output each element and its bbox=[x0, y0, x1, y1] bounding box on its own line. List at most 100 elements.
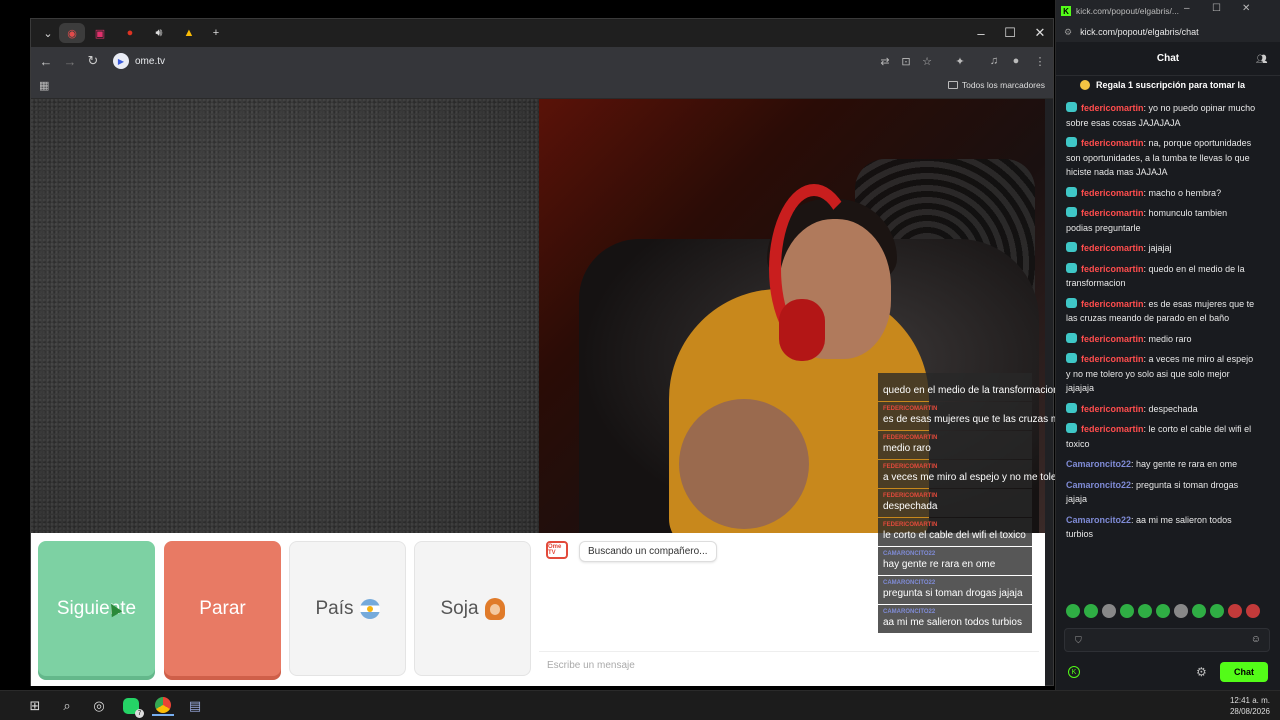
translate-icon[interactable]: ⇄ bbox=[876, 52, 894, 70]
sub-badge-icon bbox=[1066, 186, 1077, 197]
kick-username[interactable]: federicomartin bbox=[1081, 243, 1144, 253]
overlay-text: le corto el cable del wifi el toxico bbox=[883, 530, 1026, 541]
emote-icon[interactable] bbox=[1192, 604, 1206, 618]
emoji-icon[interactable]: ☺ bbox=[1251, 634, 1261, 645]
search-button[interactable]: ⌕ bbox=[56, 696, 78, 716]
taskbar-chrome[interactable] bbox=[152, 696, 174, 716]
extensions-icon[interactable]: ✦ bbox=[951, 52, 969, 70]
emote-icon[interactable] bbox=[1210, 604, 1224, 618]
menu-dots-icon[interactable]: ⋮ bbox=[1031, 52, 1049, 70]
kick-maximize-icon[interactable]: ☐ bbox=[1212, 3, 1221, 14]
media-icon[interactable]: ♫ bbox=[985, 52, 1003, 70]
kick-message: federicomartin: yo no puedo opinar mucho… bbox=[1066, 101, 1256, 130]
emote-icon[interactable] bbox=[1084, 604, 1098, 618]
omnibox[interactable]: ▶ ome.tv bbox=[111, 50, 871, 72]
send-chat-button[interactable]: Chat bbox=[1220, 662, 1268, 682]
kick-chat-input[interactable]: ⛉ ☺ bbox=[1064, 628, 1270, 652]
kick-username[interactable]: federicomartin bbox=[1081, 334, 1144, 344]
sub-badge-icon bbox=[1066, 297, 1077, 308]
overlay-text: pregunta si toman drogas jajaja bbox=[883, 588, 1023, 599]
kick-username[interactable]: federicomartin bbox=[1081, 424, 1144, 434]
country-button[interactable]: País bbox=[289, 541, 406, 676]
bookmarks-folder-label: Todos los marcadores bbox=[961, 80, 1045, 90]
gender-label: Soja bbox=[440, 597, 479, 619]
next-label: Siguiente bbox=[56, 597, 137, 619]
emote-icon[interactable] bbox=[1066, 604, 1080, 618]
sub-badge-icon bbox=[1066, 207, 1077, 217]
maximize-icon: ☐ bbox=[1004, 25, 1016, 40]
star-icon[interactable]: ☆ bbox=[918, 52, 936, 70]
minimize-button[interactable]: – bbox=[966, 23, 996, 43]
kick-username[interactable]: federicomartin bbox=[1081, 188, 1144, 198]
kick-username[interactable]: federicomartin bbox=[1081, 299, 1144, 309]
kick-username[interactable]: federicomartin bbox=[1081, 264, 1144, 274]
taskbar-notepad[interactable]: ▤ bbox=[184, 696, 206, 716]
pinned-gift-banner[interactable]: Regala 1 suscripción para tomar la bbox=[1064, 80, 1274, 90]
system-clock[interactable]: 12:41 a. m. 28/08/2026 bbox=[1230, 695, 1270, 717]
start-button[interactable]: ⊞ bbox=[24, 696, 46, 716]
maximize-button[interactable]: ☐ bbox=[995, 23, 1025, 43]
stop-button[interactable]: Parar bbox=[164, 541, 281, 676]
gift-icon bbox=[1080, 80, 1090, 90]
message-input[interactable]: Escribe un mensaje bbox=[539, 651, 1039, 681]
emote-icon[interactable] bbox=[1174, 604, 1188, 618]
kick-username[interactable]: federicomartin bbox=[1081, 138, 1144, 148]
kick-message: federicomartin: despechada bbox=[1066, 402, 1256, 417]
drive-icon: ▲ bbox=[183, 27, 195, 39]
next-button[interactable]: Siguiente bbox=[38, 541, 155, 676]
emote-icon[interactable] bbox=[1228, 604, 1242, 618]
control-buttons: Siguiente Parar País Soja bbox=[31, 533, 539, 686]
kick-username[interactable]: federicomartin bbox=[1081, 354, 1144, 364]
site-settings-icon[interactable]: ⚙ bbox=[1064, 27, 1072, 38]
emote-icon[interactable] bbox=[1102, 604, 1116, 618]
settings-gear-icon[interactable]: ⚙ bbox=[1196, 665, 1207, 679]
reload-button[interactable]: ↻ bbox=[82, 51, 104, 71]
kick-message-text: : jajajaj bbox=[1143, 243, 1172, 253]
overlay-username: FEDERICOMARTIN bbox=[883, 435, 938, 441]
bookmarks-bar: ▦ Todos los marcadores bbox=[31, 75, 1053, 99]
tab-search-icon[interactable]: ⌄ bbox=[35, 23, 61, 43]
emote-icon[interactable] bbox=[1120, 604, 1134, 618]
forward-button[interactable]: → bbox=[59, 51, 81, 71]
close-button[interactable]: ✕ bbox=[1025, 23, 1055, 43]
tab-red-app[interactable]: ● bbox=[117, 23, 143, 43]
tab-audio[interactable]: 🔊︎ bbox=[146, 23, 172, 43]
sub-badge-icon bbox=[1066, 353, 1077, 363]
tab-drive[interactable]: ▲ bbox=[176, 23, 202, 43]
back-button[interactable]: ← bbox=[35, 51, 57, 71]
app-icon: ● bbox=[126, 27, 134, 39]
kick-close-icon[interactable]: ✕ bbox=[1242, 3, 1250, 14]
emote-icon[interactable] bbox=[1138, 604, 1152, 618]
kick-points-icon[interactable]: K bbox=[1068, 666, 1080, 678]
new-tab-button[interactable]: + bbox=[203, 23, 229, 43]
taskbar-app-obs[interactable]: ◎ bbox=[88, 696, 110, 716]
gender-button[interactable]: Soja bbox=[414, 541, 531, 676]
kick-username[interactable]: federicomartin bbox=[1081, 208, 1144, 218]
kick-minimize-icon[interactable]: – bbox=[1184, 3, 1190, 14]
kick-username[interactable]: Camaroncito22 bbox=[1066, 480, 1131, 490]
sub-badge-icon bbox=[1066, 262, 1077, 273]
emote-icon[interactable] bbox=[1246, 604, 1260, 618]
tab-instagram[interactable]: ▣ bbox=[87, 23, 113, 43]
kick-url: kick.com/popout/elgabris/chat bbox=[1080, 27, 1199, 37]
kick-logo-icon: K bbox=[1061, 6, 1071, 16]
folder-icon bbox=[947, 81, 958, 89]
kick-message: federicomartin: jajajaj bbox=[1066, 241, 1256, 256]
arrow-left-icon: ← bbox=[39, 53, 53, 69]
apps-grid-icon[interactable]: ▦ bbox=[39, 80, 51, 92]
ometv-logo-icon: Ome TV bbox=[546, 541, 568, 559]
sub-badge-icon bbox=[1066, 402, 1077, 413]
users-icon[interactable]: 👥︎ bbox=[1256, 54, 1267, 64]
kick-username[interactable]: Camaroncito22 bbox=[1066, 459, 1131, 469]
emote-icon[interactable] bbox=[1156, 604, 1170, 618]
profile-avatar-icon[interactable]: ● bbox=[1007, 52, 1025, 70]
whatsapp-badge: 7 bbox=[135, 709, 144, 718]
kick-username[interactable]: federicomartin bbox=[1081, 103, 1144, 113]
clock-time: 12:41 a. m. bbox=[1229, 696, 1270, 705]
kick-username[interactable]: Camaroncito22 bbox=[1066, 515, 1131, 525]
bookmarks-folder[interactable]: Todos los marcadores bbox=[947, 80, 1045, 90]
site-info-icon[interactable]: ▶ bbox=[113, 53, 129, 69]
kick-username[interactable]: federicomartin bbox=[1081, 404, 1144, 414]
install-icon[interactable]: ⊡ bbox=[897, 52, 915, 70]
tab-ometv[interactable]: ◉ bbox=[59, 23, 85, 43]
